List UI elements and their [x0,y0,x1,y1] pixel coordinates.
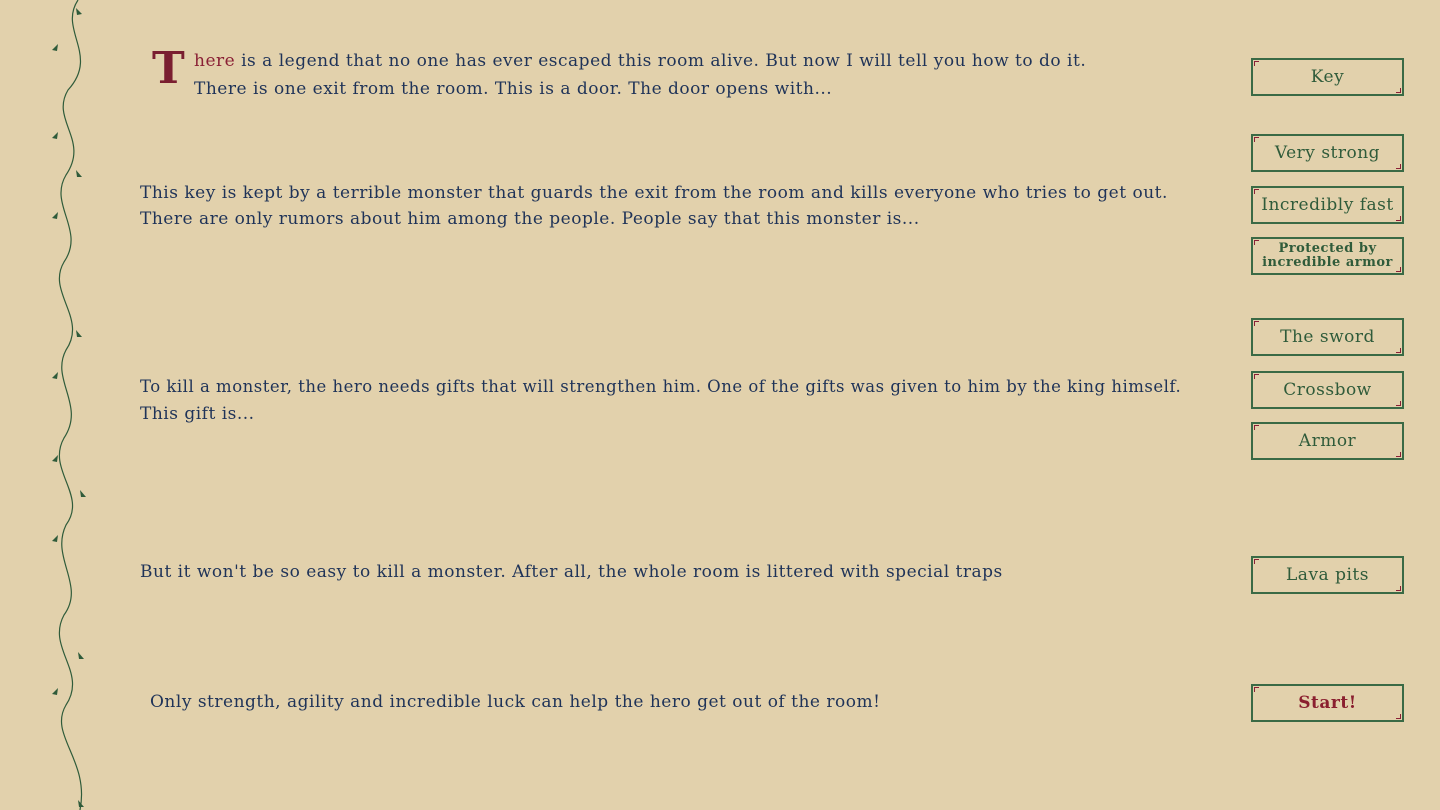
very-strong-button[interactable]: Very strong [1251,134,1404,172]
sword-button[interactable]: The sword [1251,318,1404,356]
story-paragraph-3-line-1: To kill a monster, the hero needs gifts … [140,377,1182,396]
story-paragraph-5-line-1: Only strength, agility and incredible lu… [150,692,881,712]
story-paragraph-4-line-1: But it won't be so easy to kill a monste… [140,562,1003,582]
armor-button[interactable]: Armor [1251,422,1404,460]
key-button[interactable]: Key [1251,58,1404,96]
story-paragraph-2-line-2: There are only rumors about him among th… [140,209,920,229]
drop-cap-letter: T [152,43,185,94]
story-accent-word: here [194,51,236,71]
vine-border-icon [52,0,86,810]
incredibly-fast-button[interactable]: Incredibly fast [1251,186,1404,224]
story-paragraph-1-line-1-rest: is a legend that no one has ever escaped… [235,51,1087,71]
start-button[interactable]: Start! [1251,684,1404,722]
story-paragraph-3-line-2: This gift is... [140,404,255,424]
story-paragraph-1-line-2: There is one exit from the room. This is… [194,79,833,99]
story-paragraph-2-line-1: This key is kept by a terrible monster t… [140,183,1168,203]
protected-armor-button[interactable]: Protected by incredible armor [1251,237,1404,275]
story-paragraph-1-line-1: here is a legend that no one has ever es… [194,48,1086,74]
crossbow-button[interactable]: Crossbow [1251,371,1404,409]
lava-pits-button[interactable]: Lava pits [1251,556,1404,594]
